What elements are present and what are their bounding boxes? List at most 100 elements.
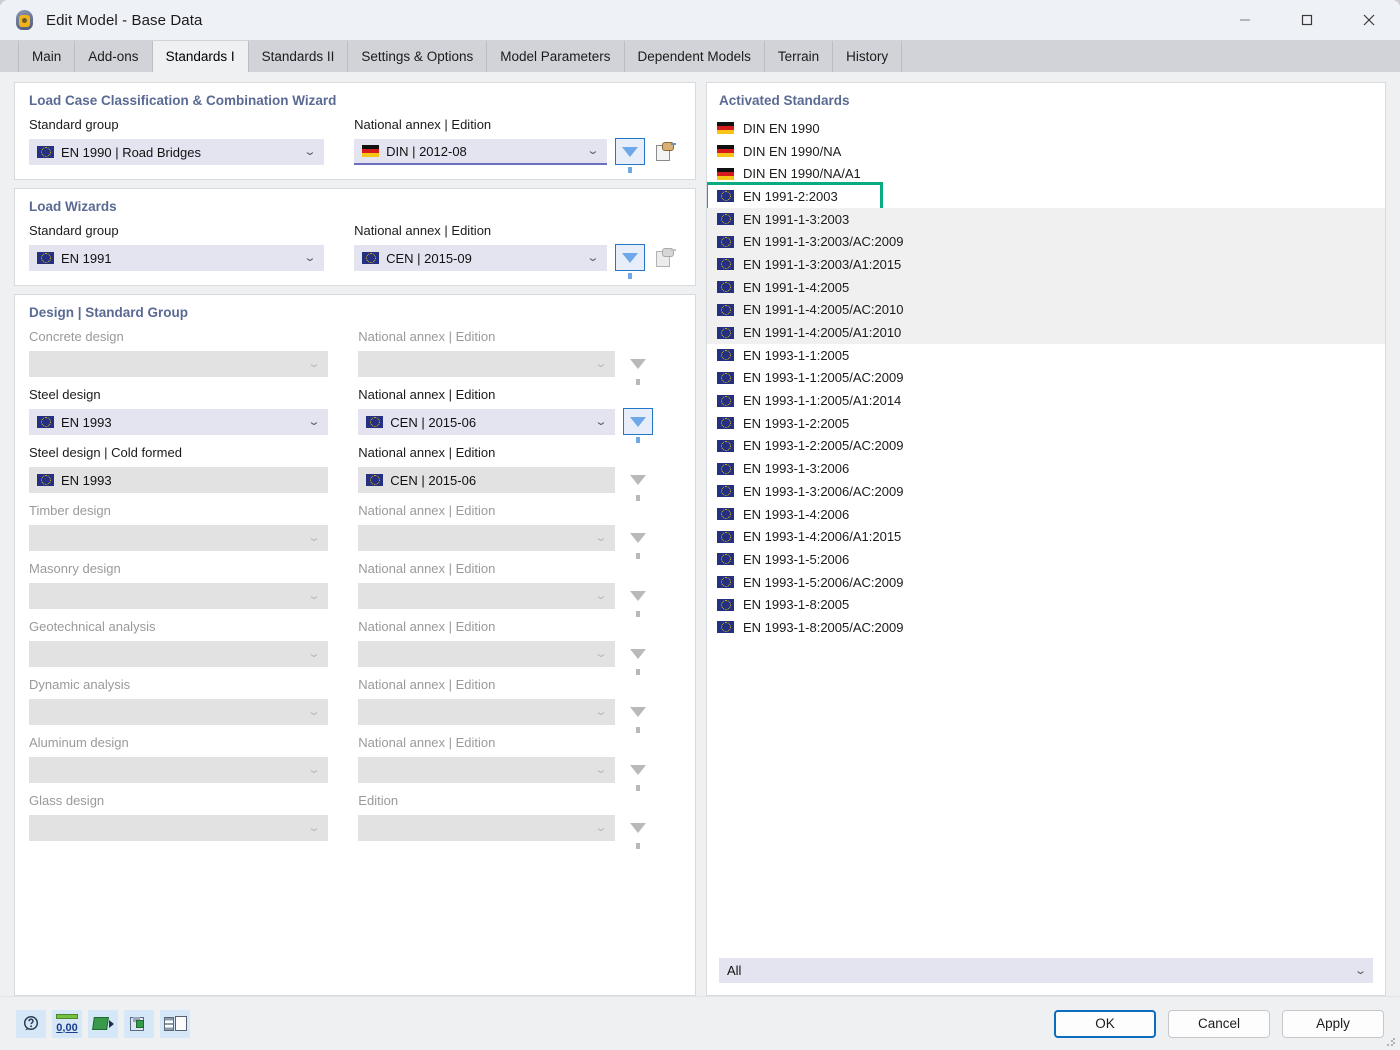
resize-grip[interactable] [1386, 1037, 1396, 1047]
tab-model-parameters[interactable]: Model Parameters [487, 41, 625, 72]
tab-terrain[interactable]: Terrain [765, 41, 834, 72]
design-glass-design-annex-select: ⌄ [358, 815, 615, 841]
units-icon: 0,00 [56, 1013, 78, 1034]
design-steel-design-filter-button[interactable] [622, 408, 653, 443]
standard-list-item-label: EN 1993-1-4:2006/A1:2015 [743, 529, 902, 545]
eu-flag-icon [37, 146, 54, 158]
design-steel-design-cold-formed-annex-select: CEN | 2015-06 [358, 467, 615, 493]
clipboard-hand-icon [655, 247, 677, 268]
standard-list-item[interactable]: EN 1993-1-4:2006 [707, 503, 1385, 526]
close-button[interactable] [1338, 0, 1400, 40]
standard-list-item[interactable]: EN 1993-1-8:2005 [707, 593, 1385, 616]
chevron-down-icon: ⌄ [593, 589, 608, 602]
eu-flag-icon [717, 394, 734, 407]
load-wizards-annex-value: CEN | 2015-09 [386, 250, 472, 266]
eu-flag-icon [366, 474, 384, 486]
load-wizards-filter-button[interactable] [615, 244, 645, 279]
load-case-filter-button[interactable] [615, 138, 645, 173]
load-wizards-standard-group-label: Standard group [29, 223, 119, 238]
ok-button[interactable]: OK [1054, 1009, 1156, 1038]
export-button[interactable] [88, 1009, 118, 1038]
tab-standards-ii[interactable]: Standards II [249, 41, 349, 72]
standard-list-item[interactable]: EN 1993-1-1:2005 [707, 344, 1385, 367]
tab-standards-i[interactable]: Standards I [152, 41, 249, 72]
footer-toolbar: 0,00 [16, 1009, 190, 1038]
cancel-button[interactable]: Cancel [1168, 1009, 1270, 1038]
standard-list-item[interactable]: EN 1991-1-3:2003/A1:2015 [707, 253, 1385, 276]
standard-list-item[interactable]: EN 1991-1-4:2005 [707, 275, 1385, 299]
standard-list-item[interactable]: EN 1993-1-5:2006 [707, 548, 1385, 571]
eu-flag-icon [717, 621, 734, 634]
standard-list-item[interactable]: EN 1993-1-1:2005/AC:2009 [707, 367, 1385, 390]
standard-list-item[interactable]: EN 1993-1-2:2005/AC:2009 [707, 435, 1385, 458]
chevron-down-icon: ⌄ [307, 763, 321, 776]
load-wizards-pick-button[interactable] [651, 244, 681, 271]
library-button[interactable] [160, 1009, 190, 1038]
activated-standards-list[interactable]: DIN EN 1990 DIN EN 1990/NA DIN EN 1990/NA/… [707, 117, 1385, 958]
standard-list-item-label: EN 1993-1-8:2005 [743, 597, 850, 613]
filter-funnel-icon [629, 706, 646, 733]
tab-label: Dependent Models [637, 49, 751, 64]
units-button[interactable]: 0,00 [52, 1009, 82, 1038]
german-flag-icon [717, 145, 734, 158]
eu-flag-icon [362, 252, 380, 264]
eu-flag-icon [37, 474, 54, 486]
load-case-standard-group-select[interactable]: EN 1990 | Road Bridges ⌄ [29, 139, 325, 165]
load-wizards-annex-select[interactable]: CEN | 2015-09 ⌄ [354, 245, 607, 271]
help-button[interactable] [16, 1009, 46, 1038]
standard-list-item-label: EN 1991-2:2003 [743, 188, 838, 204]
chevron-down-icon: ⌄ [593, 415, 608, 428]
standard-list-item[interactable]: EN 1993-1-8:2005/AC:2009 [707, 616, 1385, 639]
standards-filter-select[interactable]: All ⌄ [719, 958, 1373, 983]
chevron-down-icon: ⌄ [593, 647, 608, 660]
tab-add-ons[interactable]: Add-ons [75, 41, 153, 72]
standard-list-item[interactable]: EN 1993-1-3:2006 [707, 457, 1385, 480]
standard-list-item[interactable]: EN 1993-1-2:2005 [707, 412, 1385, 435]
standard-list-item[interactable]: EN 1993-1-3:2006/AC:2009 [707, 480, 1385, 503]
design-timber-design-select: ⌄ [29, 525, 329, 551]
tab-main[interactable]: Main [18, 41, 76, 72]
tab-dependent-models[interactable]: Dependent Models [625, 41, 765, 72]
design-timber-design-filter-button [623, 524, 653, 559]
load-case-pick-button[interactable] [651, 138, 681, 165]
activated-standards-title: Activated Standards [719, 93, 850, 108]
save-default-button[interactable] [124, 1009, 154, 1038]
standard-list-item[interactable]: DIN EN 1990/NA [707, 140, 1385, 163]
design-geotechnical-analysis-select: ⌄ [29, 641, 329, 667]
design-steel-design-annex-select[interactable]: CEN | 2015-06 ⌄ [358, 409, 615, 435]
design-row-glass-design: Glass design ⌄ Edition ⌄ [29, 793, 681, 849]
export-icon [91, 1017, 114, 1030]
apply-button[interactable]: Apply [1282, 1009, 1384, 1038]
standard-list-item[interactable]: EN 1993-1-1:2005/A1:2014 [707, 389, 1385, 412]
standard-list-item[interactable]: EN 1991-1-3:2003/AC:2009 [707, 230, 1385, 254]
standard-list-item[interactable]: EN 1991-2:2003 [707, 182, 1385, 215]
standard-list-item[interactable]: EN 1993-1-4:2006/A1:2015 [707, 525, 1385, 548]
save-as-icon [130, 1016, 148, 1032]
filter-funnel-icon [622, 252, 638, 279]
design-geotechnical-analysis-label: Geotechnical analysis [29, 619, 156, 634]
maximize-button[interactable] [1276, 0, 1338, 40]
load-case-standard-group-value: EN 1990 | Road Bridges [61, 144, 201, 160]
design-steel-design-select[interactable]: EN 1993 ⌄ [29, 409, 329, 435]
standard-list-item[interactable]: EN 1991-1-4:2005/AC:2010 [707, 298, 1385, 322]
design-row-steel-design: Steel design EN 1993 ⌄ National annex | Edi… [29, 387, 681, 443]
design-concrete-design-filter-button [623, 350, 653, 385]
design-concrete-design-select: ⌄ [29, 351, 329, 377]
load-case-annex-select[interactable]: DIN | 2012-08 ⌄ [354, 139, 607, 165]
dialog-footer: 0,00 OK Cancel Apply [0, 996, 1400, 1050]
standard-list-item[interactable]: EN 1991-1-4:2005/A1:2010 [707, 321, 1385, 344]
standard-list-item[interactable]: DIN EN 1990 [707, 117, 1385, 140]
minimize-button[interactable] [1214, 0, 1276, 40]
load-wizards-standard-group-select[interactable]: EN 1991 ⌄ [29, 245, 325, 271]
design-row-steel-design-cold-formed: Steel design | Cold formed EN 1993 Nationa… [29, 445, 681, 501]
load-case-panel: Load Case Classification & Combination W… [14, 82, 696, 180]
tab-bar: Main Add-ons Standards I Standards II Settin… [0, 40, 1400, 72]
tab-settings-options[interactable]: Settings & Options [348, 41, 488, 72]
eu-flag-icon [717, 371, 734, 384]
standard-list-item[interactable]: EN 1993-1-5:2006/AC:2009 [707, 571, 1385, 594]
german-flag-icon [362, 145, 380, 157]
chevron-down-icon: ⌄ [307, 647, 321, 660]
standard-list-item[interactable]: EN 1991-1-3:2003 [707, 207, 1385, 231]
design-aluminum-design-annex-label: National annex | Edition [358, 735, 496, 750]
tab-history[interactable]: History [833, 41, 903, 72]
